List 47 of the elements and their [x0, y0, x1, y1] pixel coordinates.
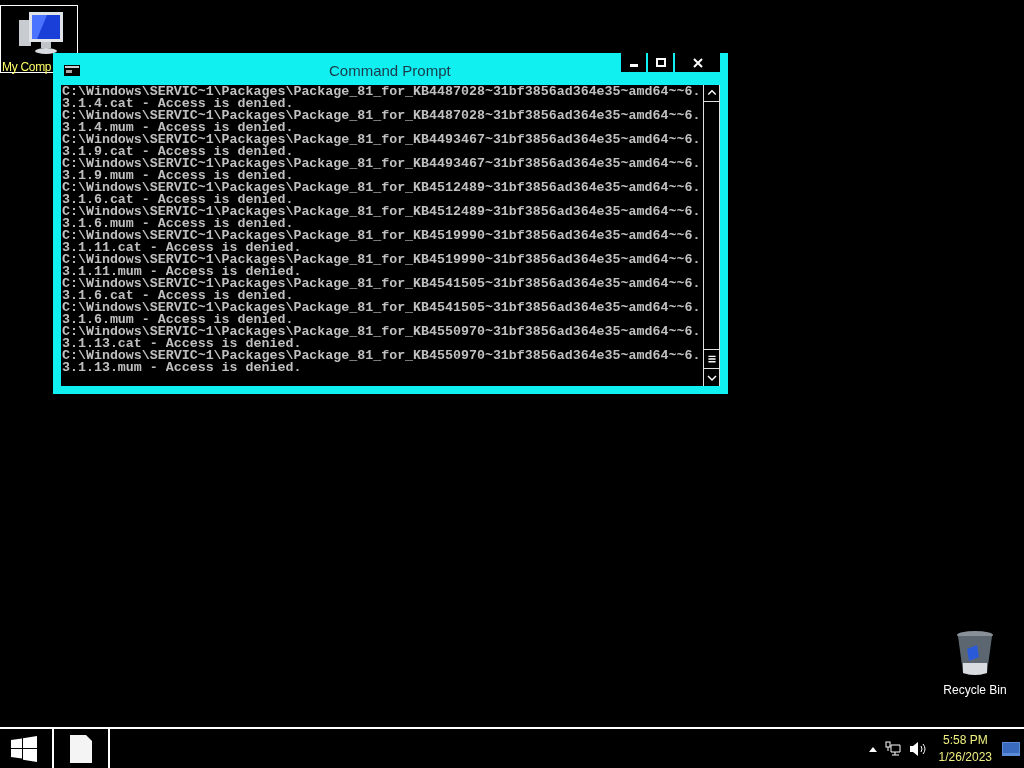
console-line: 3.1.11.cat - Access is denied.	[62, 242, 302, 254]
console-line: 3.1.6.cat - Access is denied.	[62, 194, 294, 206]
console-line: C:\Windows\SERVIC~1\Packages\Package_81_for_KB4519990~31bf3856ad364e35~amd64~~6.	[62, 254, 701, 266]
console-line: C:\Windows\SERVIC~1\Packages\Package_81_for_KB4512489~31bf3856ad364e35~amd64~~6.	[62, 182, 701, 194]
console-line: C:\Windows\SERVIC~1\Packages\Package_81_for_KB4550970~31bf3856ad364e35~amd64~~6.	[62, 350, 701, 362]
desktop-icon[interactable]: Recycle Bin	[940, 628, 1010, 700]
icon-label: Recycle Bin	[943, 682, 1007, 699]
console-line: 3.1.6.cat - Access is denied.	[62, 290, 294, 302]
recycle-bin-icon	[955, 629, 995, 677]
console-line: 3.1.4.cat - Access is denied.	[62, 98, 294, 110]
maximize-icon	[655, 58, 666, 67]
console-line: 3.1.9.mum - Access is denied.	[62, 170, 294, 182]
console-line: C:\Windows\SERVIC~1\Packages\Package_81_for_KB4512489~31bf3856ad364e35~amd64~~6.	[62, 206, 701, 218]
console-line: 3.1.9.cat - Access is denied.	[62, 146, 294, 158]
window-title: Command Prompt	[329, 61, 451, 81]
clock-time: 5:58 PM	[942, 731, 988, 749]
console-line: C:\Windows\SERVIC~1\Packages\Package_81_for_KB4541505~31bf3856ad364e35~amd64~~6.	[62, 302, 701, 314]
minimize-button[interactable]	[621, 53, 646, 72]
console-line: C:\Windows\SERVIC~1\Packages\Package_81_for_KB4487028~31bf3856ad364e35~amd64~~6.	[62, 110, 701, 122]
maximize-button[interactable]	[648, 53, 673, 72]
show-desktop-icon[interactable]	[1002, 741, 1020, 756]
network-icon[interactable]	[884, 740, 901, 757]
clock-date: 1/26/2023	[938, 748, 992, 766]
console-line: C:\Windows\SERVIC~1\Packages\Package_81_for_KB4493467~31bf3856ad364e35~amd64~~6.	[62, 158, 701, 170]
show-hidden-icons-icon[interactable]	[868, 745, 877, 752]
clock[interactable]: 5:58 PM 1/26/2023	[938, 729, 992, 768]
console-line: C:\Windows\SERVIC~1\Packages\Package_81_for_KB4493467~31bf3856ad364e35~amd64~~6.	[62, 134, 701, 146]
close-icon	[692, 57, 703, 68]
console-line: 3.1.4.mum - Access is denied.	[62, 122, 294, 134]
console-line: 3.1.13.mum - Access is denied.	[62, 362, 302, 374]
close-button[interactable]	[675, 53, 720, 72]
scrollbar[interactable]	[703, 85, 720, 386]
console-line: 3.1.11.mum - Access is denied.	[62, 266, 302, 278]
icon-label: My Comp	[2, 59, 52, 75]
console-line: 3.1.6.mum - Access is denied.	[62, 218, 294, 230]
taskbar-button[interactable]	[52, 729, 110, 768]
console-line: C:\Windows\SERVIC~1\Packages\Package_81_for_KB4487028~31bf3856ad364e35~amd64~~6.	[62, 86, 701, 98]
speaker-icon[interactable]	[908, 740, 927, 757]
console-line: C:\Windows\SERVIC~1\Packages\Package_81_for_KB4550970~31bf3856ad364e35~amd64~~6.	[62, 326, 701, 338]
scroll-thumb-icon[interactable]	[704, 349, 720, 369]
console-icon	[64, 64, 80, 76]
document-icon	[70, 734, 92, 763]
console-line: 3.1.6.mum - Access is denied.	[62, 314, 294, 326]
windows-logo-icon	[11, 735, 37, 762]
console-line: C:\Windows\SERVIC~1\Packages\Package_81_for_KB4519990~31bf3856ad364e35~amd64~~6.	[62, 230, 701, 242]
console-line: C:\Windows\SERVIC~1\Packages\Package_81_for_KB4541505~31bf3856ad364e35~amd64~~6.	[62, 278, 701, 290]
console-line: 3.1.13.cat - Access is denied.	[62, 338, 302, 350]
